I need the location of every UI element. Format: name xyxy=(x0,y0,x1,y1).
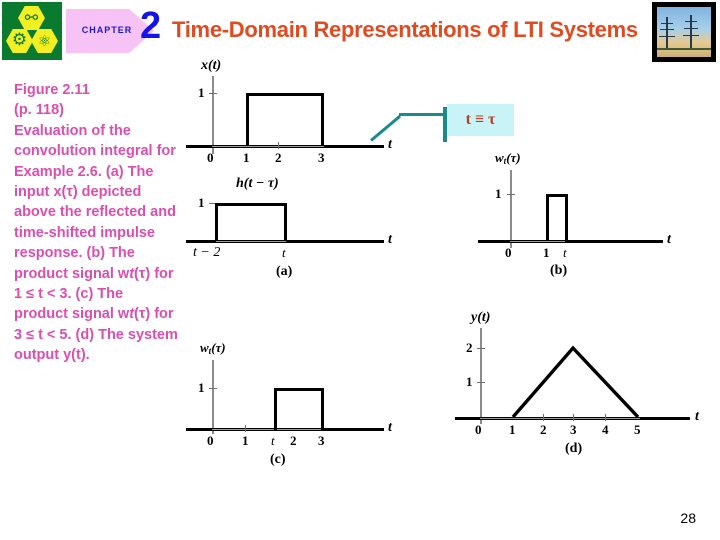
chart-a-top-pulse-left xyxy=(246,93,249,146)
chart-a-bottom-ylabel-1: 1 xyxy=(198,195,205,210)
chart-c-xtick-label-1: 1 xyxy=(242,433,249,448)
chart-b: wt(τ) t 1 0 1 t (b) xyxy=(478,150,708,280)
chart-b-panel-label: (b) xyxy=(550,263,568,278)
chart-b-xtick-label-0: 0 xyxy=(505,245,512,260)
chart-c-xtick-label-t: t xyxy=(271,433,275,448)
chart-d-xtick-label-0: 0 xyxy=(475,422,482,437)
pylon-photo xyxy=(652,2,716,62)
chart-a-bottom-pulse-right xyxy=(284,203,287,241)
chart-c-yaxis xyxy=(212,360,214,434)
chart-b-yaxis xyxy=(510,170,512,248)
pylon-photo-image xyxy=(657,7,711,57)
chart-c-ylabel: wt(τ) xyxy=(200,340,226,356)
chart-a-top-ytick-1 xyxy=(209,93,217,94)
dna-helix-icon: ⚯ xyxy=(24,8,39,27)
chart-a-bottom-pulse-top xyxy=(215,203,287,206)
chart-a-bottom: h(t − τ) t 1 t − 2 t (a) xyxy=(186,176,416,286)
caption-body-1: Evaluation of the convolution integral f… xyxy=(14,122,176,282)
chart-a-bottom-baseline xyxy=(216,241,286,242)
chart-c-pulse-left xyxy=(274,388,277,431)
chart-c-pulse-top xyxy=(274,388,324,391)
chart-c-panel-label: (c) xyxy=(270,452,286,467)
chart-a-top: x(t) t 1 0 1 2 3 xyxy=(186,58,416,165)
callout-box: t ≡ τ xyxy=(447,104,514,136)
chart-a-top-xtick-label-1: 1 xyxy=(243,150,250,165)
atom-icon: ⚛ xyxy=(37,32,52,50)
chart-b-pulse-right xyxy=(565,194,568,241)
page-number: 28 xyxy=(680,510,696,526)
logo-hexagons: ⚯ ⚙ ⚛ xyxy=(2,2,62,60)
course-logo: ⚯ ⚙ ⚛ xyxy=(2,2,62,60)
callout-text: t ≡ τ xyxy=(465,111,496,128)
chart-c-ylabel-1: 1 xyxy=(198,380,205,395)
chart-c-xlabel: t xyxy=(388,420,392,435)
chart-a-top-pulse-right xyxy=(321,93,324,146)
callout-connector-horizontal xyxy=(399,113,447,116)
chart-b-ytick-1 xyxy=(507,194,515,195)
chart-c-xtick-label-0: 0 xyxy=(207,433,214,448)
chart-a-bottom-xlabel: t xyxy=(388,232,392,247)
chart-d-xtick-label-2: 2 xyxy=(540,422,547,437)
chart-c: wt(τ) t 1 0 1 t 2 3 (c) xyxy=(186,340,416,470)
chart-d-xtick-label-5: 5 xyxy=(634,422,641,437)
chart-a-panel-label: (a) xyxy=(276,264,293,279)
chart-d-xtick-label-4: 4 xyxy=(602,422,609,437)
caption-figure-number: Figure 2.11 xyxy=(14,82,90,98)
chart-c-xtick-1 xyxy=(245,425,246,432)
chart-d: y(t) t 2 1 0 1 2 3 4 5 (d) xyxy=(455,310,715,460)
chart-a-top-xtick-label-2: 2 xyxy=(275,150,282,165)
chart-b-xlabel: t xyxy=(667,232,671,247)
chart-a-top-pulse-top xyxy=(246,93,324,96)
chart-a-top-xtick-label-3: 3 xyxy=(318,150,325,165)
chart-b-xaxis xyxy=(478,240,663,243)
chart-c-baseline xyxy=(212,429,324,430)
chart-a-bottom-xtick-label-t: t xyxy=(282,245,286,260)
chart-d-triangle-plot xyxy=(511,345,640,419)
chart-b-baseline xyxy=(510,241,565,242)
slide-canvas: ⚯ ⚙ ⚛ CHAPTER 2 Time-Domain Representati… xyxy=(0,0,720,540)
chart-b-xtick-label-1: 1 xyxy=(543,245,550,260)
chart-d-panel-label: (d) xyxy=(565,441,583,456)
chart-a-bottom-title: h(t − τ) xyxy=(236,176,279,191)
chart-d-xtick-label-3: 3 xyxy=(570,422,577,437)
chart-a-top-xlabel: t xyxy=(388,137,392,152)
chart-b-ylabel-1: 1 xyxy=(495,186,502,201)
chapter-number: 2 xyxy=(140,5,162,47)
chart-a-top-ylabel-1: 1 xyxy=(198,85,205,100)
chart-c-pulse-right xyxy=(321,388,324,431)
chart-a-top-xtick-2 xyxy=(278,142,279,149)
page-title: Time-Domain Representations of LTI Syste… xyxy=(172,17,638,42)
chart-a-bottom-xtick-label-tminus2: t − 2 xyxy=(193,245,221,260)
chart-a-top-xtick-label-0: 0 xyxy=(207,150,214,165)
chart-b-pulse-left xyxy=(546,194,549,241)
chart-c-xtick-label-2: 2 xyxy=(290,433,297,448)
gear-icon: ⚙ xyxy=(11,30,28,50)
caption-page-ref: (p. 118) xyxy=(14,102,64,119)
chart-a-bottom-pulse-left xyxy=(215,203,218,241)
chart-a-top-yaxis xyxy=(212,76,214,154)
figure-caption: Figure 2.11 (p. 118) Evaluation of the c… xyxy=(14,80,180,366)
chart-b-xtick-label-t: t xyxy=(563,245,567,260)
chart-b-ylabel: wt(τ) xyxy=(495,150,521,166)
chart-c-ytick-1 xyxy=(209,388,217,389)
chart-a-top-ylabel: x(t) xyxy=(201,58,222,73)
chart-c-xtick-label-3: 3 xyxy=(318,433,325,448)
chart-a-top-baseline xyxy=(212,146,324,147)
chapter-label: CHAPTER xyxy=(81,25,133,35)
chart-d-xtick-label-1: 1 xyxy=(509,422,516,437)
